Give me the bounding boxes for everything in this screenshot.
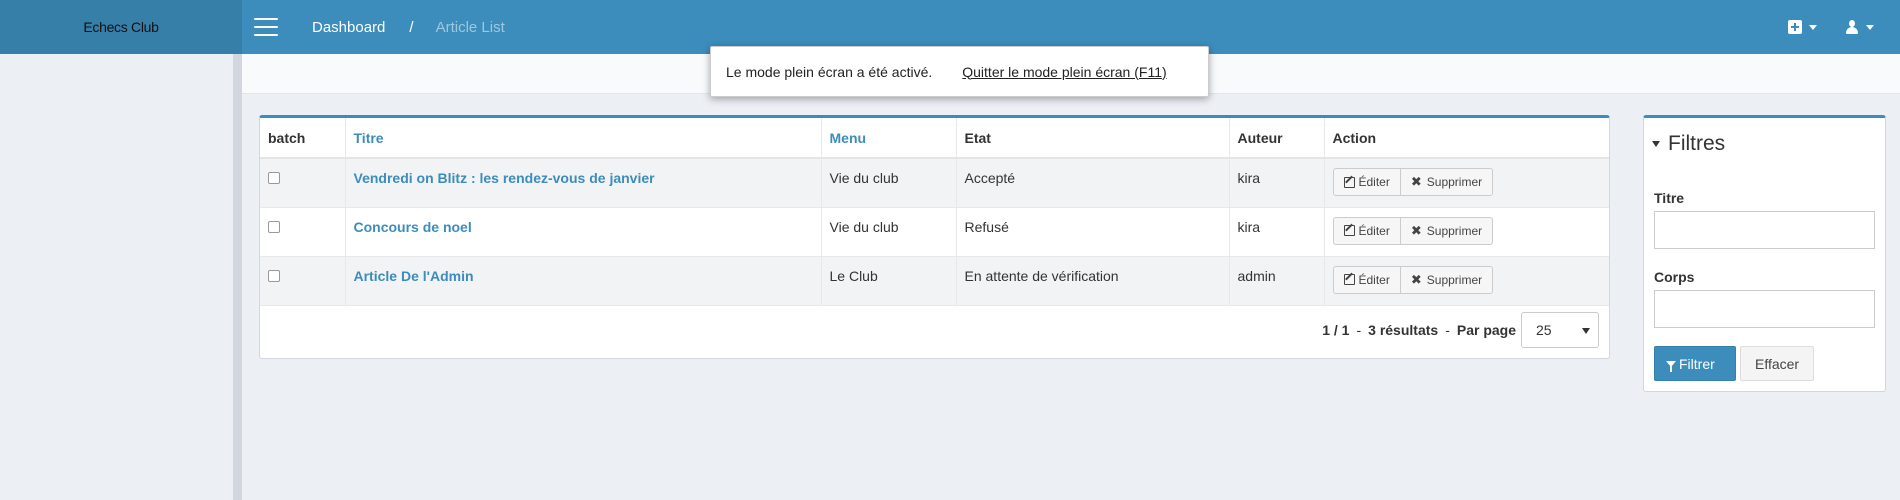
- user-icon: [1845, 20, 1859, 34]
- etat-cell: Accepté: [956, 158, 1230, 208]
- filters-panel: Filtres Titre Corps Filtrer Effacer: [1643, 115, 1886, 392]
- batch-cell: [260, 207, 346, 257]
- chevron-down-icon: [1582, 328, 1590, 334]
- close-icon: ✖: [1410, 271, 1422, 287]
- batch-cell: [260, 256, 346, 306]
- edit-label: Éditer: [1358, 175, 1390, 189]
- action-cell: Éditer ✖ Supprimer: [1324, 158, 1609, 208]
- table-row: Concours de noel Vie du club Refusé kira…: [260, 207, 1609, 257]
- auteur-cell: admin: [1229, 256, 1325, 306]
- delete-button[interactable]: ✖ Supprimer: [1400, 265, 1494, 294]
- fullscreen-message: Le mode plein écran a été activé.: [726, 63, 933, 80]
- article-title-link[interactable]: Concours de noel: [354, 219, 472, 235]
- results-count: 3 résultats: [1368, 322, 1439, 338]
- etat-cell: Refusé: [956, 207, 1230, 257]
- edit-button[interactable]: Éditer: [1332, 216, 1401, 245]
- titre-filter-input[interactable]: [1654, 211, 1875, 249]
- column-header-auteur: Auteur: [1229, 118, 1325, 159]
- caret-down-icon: [1866, 24, 1874, 30]
- batch-checkbox[interactable]: [268, 172, 280, 184]
- per-page-label: Par page: [1456, 322, 1516, 338]
- table-row: Article De l'Admin Le Club En attente de…: [260, 256, 1609, 306]
- titre-cell: Vendredi on Blitz : les rendez-vous de j…: [345, 158, 822, 208]
- fullscreen-notice: Le mode plein écran a été activé. Quitte…: [710, 46, 1209, 97]
- titre-cell: Concours de noel: [345, 207, 822, 257]
- action-cell: Éditer ✖ Supprimer: [1324, 256, 1609, 306]
- close-icon: ✖: [1410, 222, 1422, 238]
- column-header-titre[interactable]: Titre: [345, 118, 822, 159]
- column-header-etat: Etat: [956, 118, 1230, 159]
- navbar-right-menu: [1788, 0, 1874, 54]
- filter-clear-button[interactable]: Effacer: [1740, 346, 1814, 381]
- etat-cell: En attente de vérification: [956, 256, 1230, 306]
- delete-label: Supprimer: [1426, 175, 1483, 189]
- batch-cell: [260, 158, 346, 208]
- caret-down-icon: [1809, 24, 1817, 30]
- caret-down-icon: [1652, 141, 1660, 147]
- row-actions: Éditer ✖ Supprimer: [1332, 216, 1494, 245]
- edit-button[interactable]: Éditer: [1332, 265, 1401, 294]
- edit-icon: [1343, 176, 1355, 188]
- page-indicator: 1 / 1: [1322, 322, 1350, 338]
- delete-label: Supprimer: [1426, 272, 1483, 287]
- filter-clear-label: Effacer: [1755, 355, 1800, 372]
- edit-label: Éditer: [1358, 223, 1390, 238]
- delete-button[interactable]: ✖ Supprimer: [1400, 168, 1494, 196]
- table-row: Vendredi on Blitz : les rendez-vous de j…: [260, 158, 1609, 208]
- batch-checkbox[interactable]: [268, 269, 280, 282]
- article-title-link[interactable]: Vendredi on Blitz : les rendez-vous de j…: [354, 170, 655, 186]
- app-logo-text: Echecs Club: [83, 19, 159, 35]
- sidebar-toggle-icon[interactable]: [254, 18, 278, 36]
- edit-label: Éditer: [1358, 272, 1390, 287]
- per-page-select[interactable]: 25: [1521, 312, 1599, 348]
- table-header-row: batch Titre Menu Etat Auteur Action: [260, 118, 1609, 159]
- menu-cell: Vie du club: [821, 207, 957, 257]
- sidebar: [0, 54, 242, 500]
- user-menu-button[interactable]: [1845, 20, 1874, 34]
- row-actions: Éditer ✖ Supprimer: [1332, 168, 1494, 196]
- per-page-value: 25: [1536, 322, 1552, 338]
- menu-cell: Le Club: [821, 256, 957, 306]
- article-list-box: batch Titre Menu Etat Auteur Action Vend…: [259, 115, 1610, 359]
- exit-fullscreen-link[interactable]: Quitter le mode plein écran (F11): [962, 64, 1166, 80]
- corps-filter-input[interactable]: [1654, 290, 1875, 328]
- menu-cell: Vie du club: [821, 158, 957, 208]
- action-cell: Éditer ✖ Supprimer: [1324, 207, 1609, 257]
- column-header-menu[interactable]: Menu: [821, 118, 957, 159]
- filters-toggle[interactable]: Filtres: [1652, 132, 1725, 156]
- auteur-cell: kira: [1229, 158, 1325, 208]
- delete-button[interactable]: ✖ Supprimer: [1400, 216, 1494, 245]
- pagination-footer: 1 / 1 - 3 résultats - Par page 25: [1322, 312, 1599, 348]
- edit-icon: [1343, 274, 1355, 285]
- filters-title: Filtres: [1668, 132, 1726, 155]
- delete-label: Supprimer: [1426, 223, 1483, 238]
- article-table: batch Titre Menu Etat Auteur Action Vend…: [260, 118, 1609, 306]
- plus-square-icon: [1788, 20, 1802, 34]
- close-icon: ✖: [1410, 174, 1422, 189]
- titre-cell: Article De l'Admin: [345, 256, 822, 306]
- app-logo[interactable]: Echecs Club: [0, 0, 242, 54]
- filter-icon: [1666, 360, 1676, 372]
- column-header-action: Action: [1324, 118, 1609, 159]
- breadcrumb-current: Article List: [435, 18, 505, 36]
- auteur-cell: kira: [1229, 207, 1325, 257]
- add-menu-button[interactable]: [1788, 20, 1817, 34]
- corps-filter-label: Corps: [1654, 269, 1695, 285]
- edit-icon: [1343, 225, 1355, 236]
- batch-checkbox[interactable]: [268, 220, 280, 233]
- titre-filter-label: Titre: [1654, 190, 1685, 206]
- column-header-batch: batch: [260, 118, 346, 159]
- filter-submit-button[interactable]: Filtrer: [1654, 346, 1736, 381]
- edit-button[interactable]: Éditer: [1332, 168, 1401, 196]
- breadcrumb-separator: /: [409, 18, 414, 36]
- row-actions: Éditer ✖ Supprimer: [1332, 265, 1494, 294]
- pagination-dash: -: [1445, 322, 1450, 338]
- breadcrumb-dashboard[interactable]: Dashboard: [312, 19, 385, 36]
- filter-submit-label: Filtrer: [1679, 355, 1715, 372]
- article-title-link[interactable]: Article De l'Admin: [354, 268, 474, 284]
- pagination-dash: -: [1356, 322, 1362, 338]
